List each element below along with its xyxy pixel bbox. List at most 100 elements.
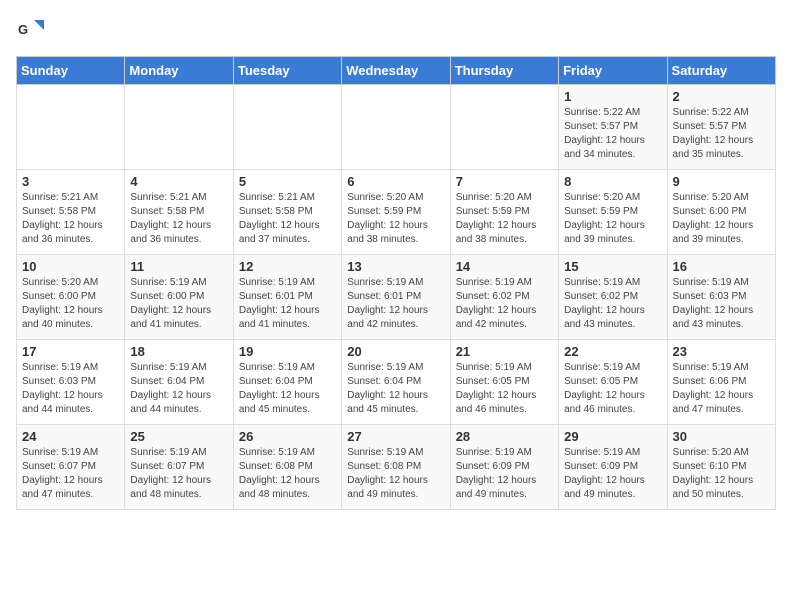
day-number: 30	[673, 429, 770, 444]
logo: G	[16, 16, 48, 44]
day-info: Sunrise: 5:19 AM Sunset: 6:00 PM Dayligh…	[130, 276, 227, 332]
calendar-cell: 7 Sunrise: 5:20 AM Sunset: 5:59 PM Daylig…	[450, 170, 558, 255]
day-info: Sunrise: 5:19 AM Sunset: 6:05 PM Dayligh…	[456, 361, 553, 417]
day-number: 6	[347, 174, 444, 189]
calendar-cell: 5 Sunrise: 5:21 AM Sunset: 5:58 PM Daylig…	[233, 170, 341, 255]
day-info: Sunrise: 5:19 AM Sunset: 6:06 PM Dayligh…	[673, 361, 770, 417]
day-number: 3	[22, 174, 119, 189]
calendar-week-3: 10 Sunrise: 5:20 AM Sunset: 6:00 PM Dayli…	[17, 255, 776, 340]
calendar-week-1: 1 Sunrise: 5:22 AM Sunset: 5:57 PM Daylig…	[17, 85, 776, 170]
day-info: Sunrise: 5:20 AM Sunset: 5:59 PM Dayligh…	[564, 191, 661, 247]
calendar-cell: 22 Sunrise: 5:19 AM Sunset: 6:05 PM Dayli…	[559, 340, 667, 425]
day-number: 17	[22, 344, 119, 359]
calendar-cell: 15 Sunrise: 5:19 AM Sunset: 6:02 PM Dayli…	[559, 255, 667, 340]
day-number: 4	[130, 174, 227, 189]
day-number: 7	[456, 174, 553, 189]
day-number: 28	[456, 429, 553, 444]
calendar-cell: 20 Sunrise: 5:19 AM Sunset: 6:04 PM Dayli…	[342, 340, 450, 425]
weekday-header-wednesday: Wednesday	[342, 57, 450, 85]
day-info: Sunrise: 5:19 AM Sunset: 6:04 PM Dayligh…	[239, 361, 336, 417]
weekday-header-thursday: Thursday	[450, 57, 558, 85]
calendar-table: SundayMondayTuesdayWednesdayThursdayFrid…	[16, 56, 776, 510]
calendar-cell: 17 Sunrise: 5:19 AM Sunset: 6:03 PM Dayli…	[17, 340, 125, 425]
page-header: G	[16, 16, 776, 44]
weekday-header-sunday: Sunday	[17, 57, 125, 85]
calendar-cell: 1 Sunrise: 5:22 AM Sunset: 5:57 PM Daylig…	[559, 85, 667, 170]
day-info: Sunrise: 5:19 AM Sunset: 6:04 PM Dayligh…	[347, 361, 444, 417]
day-number: 26	[239, 429, 336, 444]
calendar-cell: 26 Sunrise: 5:19 AM Sunset: 6:08 PM Dayli…	[233, 425, 341, 510]
weekday-header-saturday: Saturday	[667, 57, 775, 85]
day-number: 5	[239, 174, 336, 189]
day-info: Sunrise: 5:19 AM Sunset: 6:08 PM Dayligh…	[239, 446, 336, 502]
calendar-cell: 11 Sunrise: 5:19 AM Sunset: 6:00 PM Dayli…	[125, 255, 233, 340]
weekday-header-monday: Monday	[125, 57, 233, 85]
calendar-cell	[342, 85, 450, 170]
calendar-week-4: 17 Sunrise: 5:19 AM Sunset: 6:03 PM Dayli…	[17, 340, 776, 425]
day-number: 21	[456, 344, 553, 359]
day-info: Sunrise: 5:20 AM Sunset: 6:10 PM Dayligh…	[673, 446, 770, 502]
day-number: 2	[673, 89, 770, 104]
day-info: Sunrise: 5:19 AM Sunset: 6:02 PM Dayligh…	[456, 276, 553, 332]
calendar-cell: 30 Sunrise: 5:20 AM Sunset: 6:10 PM Dayli…	[667, 425, 775, 510]
day-info: Sunrise: 5:20 AM Sunset: 6:00 PM Dayligh…	[22, 276, 119, 332]
day-info: Sunrise: 5:20 AM Sunset: 6:00 PM Dayligh…	[673, 191, 770, 247]
calendar-cell: 16Sunrise: 5:19 AM Sunset: 6:03 PM Dayli…	[667, 255, 775, 340]
day-number: 24	[22, 429, 119, 444]
day-number: 14	[456, 259, 553, 274]
day-info: Sunrise: 5:20 AM Sunset: 5:59 PM Dayligh…	[456, 191, 553, 247]
day-number: 29	[564, 429, 661, 444]
day-number: 18	[130, 344, 227, 359]
day-info: Sunrise: 5:20 AM Sunset: 5:59 PM Dayligh…	[347, 191, 444, 247]
weekday-header-friday: Friday	[559, 57, 667, 85]
day-number: 23	[673, 344, 770, 359]
day-number: 27	[347, 429, 444, 444]
svg-text:G: G	[18, 22, 28, 37]
calendar-week-5: 24 Sunrise: 5:19 AM Sunset: 6:07 PM Dayli…	[17, 425, 776, 510]
day-info: Sunrise: 5:22 AM Sunset: 5:57 PM Dayligh…	[564, 106, 661, 162]
day-info: Sunrise: 5:19 AM Sunset: 6:03 PM Dayligh…	[22, 361, 119, 417]
day-number: 22	[564, 344, 661, 359]
day-number: 11	[130, 259, 227, 274]
calendar-cell: 18Sunrise: 5:19 AM Sunset: 6:04 PM Dayli…	[125, 340, 233, 425]
calendar-cell: 28 Sunrise: 5:19 AM Sunset: 6:09 PM Dayli…	[450, 425, 558, 510]
calendar-cell: 6 Sunrise: 5:20 AM Sunset: 5:59 PM Daylig…	[342, 170, 450, 255]
day-number: 12	[239, 259, 336, 274]
day-number: 13	[347, 259, 444, 274]
calendar-cell	[450, 85, 558, 170]
day-info: Sunrise: 5:19 AM Sunset: 6:07 PM Dayligh…	[130, 446, 227, 502]
day-number: 19	[239, 344, 336, 359]
day-info: Sunrise: 5:19 AM Sunset: 6:03 PM Dayligh…	[673, 276, 770, 332]
weekday-header-tuesday: Tuesday	[233, 57, 341, 85]
day-number: 20	[347, 344, 444, 359]
day-info: Sunrise: 5:19 AM Sunset: 6:01 PM Dayligh…	[347, 276, 444, 332]
calendar-cell	[125, 85, 233, 170]
day-info: Sunrise: 5:19 AM Sunset: 6:07 PM Dayligh…	[22, 446, 119, 502]
day-number: 15	[564, 259, 661, 274]
calendar-cell: 9 Sunrise: 5:20 AM Sunset: 6:00 PM Daylig…	[667, 170, 775, 255]
day-info: Sunrise: 5:19 AM Sunset: 6:05 PM Dayligh…	[564, 361, 661, 417]
calendar-cell	[233, 85, 341, 170]
calendar-cell: 10 Sunrise: 5:20 AM Sunset: 6:00 PM Dayli…	[17, 255, 125, 340]
day-info: Sunrise: 5:19 AM Sunset: 6:08 PM Dayligh…	[347, 446, 444, 502]
logo-icon: G	[16, 16, 44, 44]
calendar-cell: 2 Sunrise: 5:22 AM Sunset: 5:57 PM Daylig…	[667, 85, 775, 170]
calendar-cell: 19 Sunrise: 5:19 AM Sunset: 6:04 PM Dayli…	[233, 340, 341, 425]
day-info: Sunrise: 5:19 AM Sunset: 6:01 PM Dayligh…	[239, 276, 336, 332]
day-info: Sunrise: 5:19 AM Sunset: 6:02 PM Dayligh…	[564, 276, 661, 332]
day-info: Sunrise: 5:19 AM Sunset: 6:09 PM Dayligh…	[564, 446, 661, 502]
day-number: 8	[564, 174, 661, 189]
calendar-cell: 25Sunrise: 5:19 AM Sunset: 6:07 PM Dayli…	[125, 425, 233, 510]
day-number: 9	[673, 174, 770, 189]
calendar-cell: 3 Sunrise: 5:21 AM Sunset: 5:58 PM Daylig…	[17, 170, 125, 255]
day-number: 1	[564, 89, 661, 104]
day-info: Sunrise: 5:22 AM Sunset: 5:57 PM Dayligh…	[673, 106, 770, 162]
calendar-cell: 23 Sunrise: 5:19 AM Sunset: 6:06 PM Dayli…	[667, 340, 775, 425]
day-info: Sunrise: 5:21 AM Sunset: 5:58 PM Dayligh…	[22, 191, 119, 247]
calendar-cell: 29 Sunrise: 5:19 AM Sunset: 6:09 PM Dayli…	[559, 425, 667, 510]
day-info: Sunrise: 5:19 AM Sunset: 6:09 PM Dayligh…	[456, 446, 553, 502]
calendar-cell: 12 Sunrise: 5:19 AM Sunset: 6:01 PM Dayli…	[233, 255, 341, 340]
day-number: 10	[22, 259, 119, 274]
calendar-cell: 4Sunrise: 5:21 AM Sunset: 5:58 PM Daylig…	[125, 170, 233, 255]
day-info: Sunrise: 5:21 AM Sunset: 5:58 PM Dayligh…	[239, 191, 336, 247]
